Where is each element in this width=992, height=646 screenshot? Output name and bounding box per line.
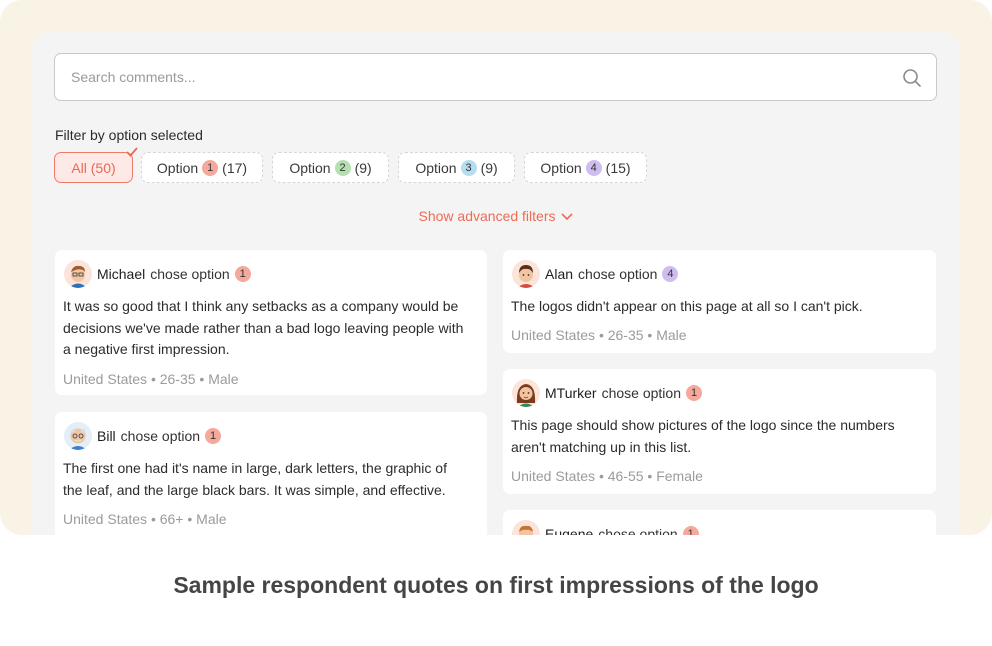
comment-line: a negative first impression. [63, 341, 230, 357]
search-input[interactable]: Search comments... [54, 53, 937, 101]
chip-prefix: Option [540, 159, 582, 176]
comments-panel: Search comments... Filter by option sele… [32, 32, 960, 535]
comment-line: The first one had it's name in large, da… [63, 460, 447, 476]
commenter-name: Bill [97, 428, 116, 444]
option-number-badge: 1 [234, 266, 251, 282]
comment-card: Eugene chose option 1 [503, 510, 936, 535]
comment-header: MTurker chose option 1 [512, 379, 702, 407]
chevron-down-icon [561, 213, 574, 221]
commenter-name: MTurker [545, 385, 597, 401]
comment-line: the leaf, and the large black bars. It w… [63, 481, 446, 498]
show-advanced-filters-link[interactable]: Show advanced filters [32, 208, 960, 224]
comment-line: It was so good that I think any setbacks… [63, 298, 459, 314]
comment-card: Bill chose option 1 The first one had it… [55, 412, 487, 535]
chip-count: (17) [222, 159, 248, 176]
avatar [64, 422, 92, 450]
avatar [64, 260, 92, 288]
option-number-badge: 1 [686, 385, 702, 401]
option-number-badge: 1 [202, 159, 219, 176]
option-number-badge: 1 [205, 428, 222, 444]
chose-label: chose option [578, 266, 658, 282]
filter-chip-option-3[interactable]: Option 3 (9) [398, 152, 515, 183]
avatar [512, 520, 540, 535]
check-icon [126, 147, 138, 157]
chose-label: chose option [598, 526, 678, 535]
comment-line: decisions we've made rather than a bad l… [63, 319, 464, 336]
avatar [512, 379, 540, 407]
comment-card: Alan chose option 4 The logos didn't app… [503, 250, 936, 353]
filter-chip-option-2[interactable]: Option 2 (9) [272, 152, 389, 183]
comment-card: MTurker chose option 1 This page should … [503, 369, 936, 494]
chip-count: (9) [480, 159, 498, 176]
chose-label: chose option [150, 266, 230, 282]
comment-meta: United States • 26-35 • Male [511, 327, 687, 343]
comment-text: The logos didn't appear on this page at … [511, 296, 863, 318]
search-placeholder: Search comments... [71, 69, 196, 85]
commenter-name: Alan [545, 266, 574, 282]
comment-line: This page should show pictures of the lo… [511, 417, 895, 433]
option-number-badge: 1 [682, 526, 699, 535]
option-number-badge: 4 [585, 159, 602, 176]
chip-prefix: Option [156, 159, 199, 176]
search-icon[interactable] [902, 68, 922, 88]
chip-prefix: Option [415, 159, 457, 176]
comment-meta: United States • 46-55 • Female [511, 468, 703, 484]
comment-text: The first one had it's name in large, da… [63, 458, 447, 501]
chip-prefix: Option [289, 159, 331, 176]
figure-caption: Sample respondent quotes on first impres… [173, 572, 819, 598]
avatar [512, 260, 540, 288]
filter-chip-all[interactable]: All (50) [54, 147, 138, 183]
comment-line: The logos didn't appear on this page at … [511, 298, 863, 314]
option-number-badge: 4 [662, 266, 679, 282]
chip-label: All (50) [71, 159, 116, 176]
chip-count: (15) [605, 159, 631, 176]
comment-card: Michael chose option 1 It was so good th… [55, 250, 487, 395]
chose-label: chose option [601, 385, 681, 401]
advanced-filters-label: Show advanced filters [418, 208, 556, 224]
comment-text: It was so good that I think any setbacks… [63, 296, 463, 361]
filter-chip-option-1[interactable]: Option 1 (17) [141, 152, 263, 183]
comment-text: This page should show pictures of the lo… [511, 415, 895, 458]
figure-frame: Search comments... Filter by option sele… [0, 0, 992, 535]
comment-header: Eugene chose option 1 [512, 520, 699, 535]
option-number-badge: 3 [460, 159, 477, 176]
comment-header: Alan chose option 4 [512, 260, 679, 288]
filter-label: Filter by option selected [55, 127, 203, 143]
chip-count: (9) [354, 159, 372, 176]
comment-header: Bill chose option 1 [64, 422, 222, 450]
comment-meta: United States • 66+ • Male [63, 511, 227, 527]
comment-meta: United States • 26-35 • Male [63, 371, 239, 387]
filter-chip-option-4[interactable]: Option 4 (15) [524, 152, 647, 183]
commenter-name: Michael [97, 266, 146, 282]
option-number-badge: 2 [334, 159, 351, 176]
comment-header: Michael chose option 1 [64, 260, 251, 288]
comment-line: aren't matching up in this list. [511, 438, 692, 455]
chose-label: chose option [120, 428, 201, 444]
commenter-name: Eugene [545, 526, 594, 535]
